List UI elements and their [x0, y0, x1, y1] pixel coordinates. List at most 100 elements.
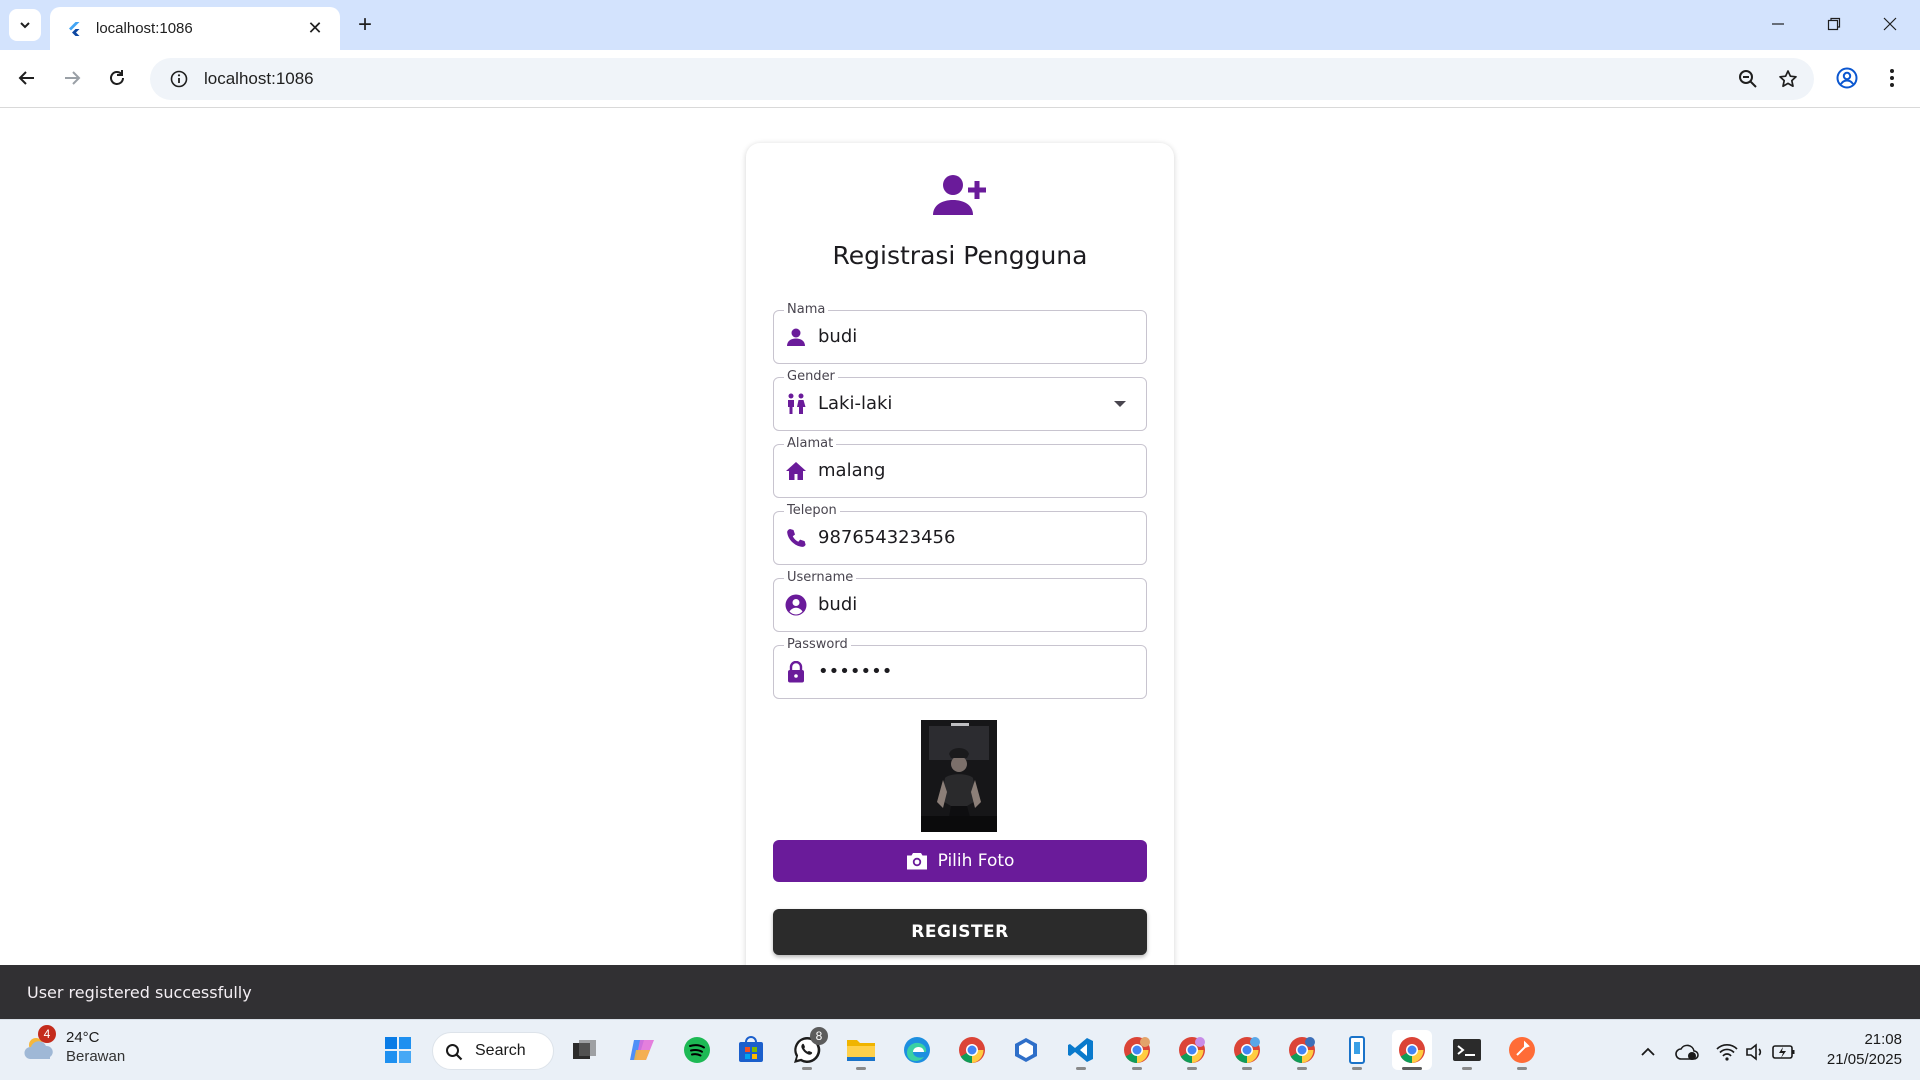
restore-button[interactable]	[1806, 4, 1862, 44]
onedrive-tray[interactable]	[1675, 1040, 1699, 1064]
dropdown-arrow-icon[interactable]	[1110, 394, 1130, 414]
running-indicator	[1297, 1067, 1307, 1070]
address-label: Alamat	[784, 436, 837, 451]
minimize-icon	[1772, 23, 1784, 25]
address-bar[interactable]: localhost:1086	[150, 58, 1814, 100]
address-value[interactable]: malang	[818, 460, 885, 481]
gender-dropdown[interactable]: Gender Laki-laki	[773, 369, 1147, 431]
store-icon	[739, 1036, 763, 1062]
phone-icon	[784, 526, 808, 550]
back-button[interactable]	[9, 60, 45, 96]
address-field[interactable]: Alamat malang	[773, 436, 1147, 498]
arrow-right-icon	[65, 71, 81, 85]
gender-label: Gender	[784, 369, 838, 384]
running-indicator	[1352, 1067, 1362, 1070]
cloud-icon	[1675, 1044, 1699, 1060]
username-field[interactable]: Username budi	[773, 570, 1147, 632]
gender-value[interactable]: Laki-laki	[818, 393, 892, 414]
running-indicator	[1187, 1067, 1197, 1070]
password-label: Password	[784, 637, 851, 652]
chrome-profile-app-4[interactable]	[1282, 1030, 1322, 1070]
weather-temperature: 24°C	[66, 1029, 100, 1046]
start-button[interactable]	[378, 1030, 418, 1070]
taskbar-search[interactable]: Search	[432, 1032, 554, 1070]
spotify-icon	[684, 1037, 710, 1063]
battery-charging-icon	[1772, 1045, 1795, 1059]
running-indicator	[802, 1067, 812, 1070]
name-value[interactable]: budi	[818, 326, 857, 347]
file-explorer-app[interactable]	[841, 1030, 881, 1070]
tab-title: localhost:1086	[96, 20, 193, 37]
tray-overflow-button[interactable]	[1636, 1040, 1660, 1064]
terminal-app[interactable]	[1447, 1030, 1487, 1070]
vscode-app[interactable]	[1061, 1030, 1101, 1070]
password-value[interactable]: •••••••	[818, 661, 892, 682]
chrome-profile-app-1[interactable]	[1117, 1030, 1157, 1070]
chrome-icon	[1234, 1037, 1260, 1064]
snackbar: User registered successfully	[0, 965, 1920, 1019]
bookmark-star-icon[interactable]	[1768, 59, 1808, 99]
wifi-icon	[1716, 1043, 1738, 1061]
running-indicator	[1242, 1067, 1252, 1070]
profile-button[interactable]	[1829, 60, 1865, 96]
menu-button[interactable]	[1874, 60, 1910, 96]
postman-app[interactable]	[1502, 1030, 1542, 1070]
edge-app[interactable]	[897, 1030, 937, 1070]
running-indicator	[1076, 1067, 1086, 1070]
browser-tab[interactable]: localhost:1086 ✕	[50, 7, 340, 50]
close-icon	[1883, 17, 1897, 31]
running-indicator	[856, 1067, 866, 1070]
tab-search-button[interactable]	[9, 9, 41, 41]
close-window-button[interactable]	[1862, 4, 1918, 44]
registration-card: Registrasi Pengguna Nama budi Gender Lak…	[746, 143, 1174, 965]
clock-date: 21/05/2025	[1826, 1051, 1902, 1068]
new-tab-button[interactable]: +	[350, 10, 380, 40]
store-app[interactable]	[731, 1030, 771, 1070]
system-clock[interactable]: 21:08 21/05/2025	[1827, 1030, 1902, 1070]
chrome-profile-app-3[interactable]	[1227, 1030, 1267, 1070]
vscode-icon	[1068, 1038, 1093, 1062]
notes-app[interactable]	[1337, 1030, 1377, 1070]
url-text[interactable]: localhost:1086	[204, 69, 1728, 89]
virtualbox-app[interactable]	[1006, 1030, 1046, 1070]
forward-button[interactable]	[54, 60, 90, 96]
weather-widget[interactable]: 4 24°C Berawan	[22, 1025, 125, 1066]
username-value[interactable]: budi	[818, 594, 857, 615]
chrome-app-active[interactable]	[1392, 1030, 1432, 1070]
name-field[interactable]: Nama budi	[773, 302, 1147, 364]
site-info-icon[interactable]	[158, 58, 200, 100]
weather-cloud-icon: 4	[22, 1025, 58, 1065]
chrome-icon	[1399, 1037, 1425, 1064]
whatsapp-app[interactable]: 8	[787, 1027, 828, 1070]
phone-device-icon	[1349, 1036, 1365, 1064]
phone-value[interactable]: 987654323456	[818, 527, 955, 548]
task-view-button[interactable]	[565, 1030, 605, 1070]
browser-tab-bar: localhost:1086 ✕ +	[0, 0, 1920, 50]
volume-tray[interactable]	[1743, 1040, 1767, 1064]
terminal-icon	[1453, 1039, 1481, 1061]
wc-icon	[784, 392, 808, 416]
zoom-icon[interactable]	[1728, 59, 1768, 99]
postman-icon	[1509, 1037, 1535, 1063]
minimize-button[interactable]	[1750, 4, 1806, 44]
chrome-profile-app-2[interactable]	[1172, 1030, 1212, 1070]
chrome-app[interactable]	[952, 1030, 992, 1070]
camera-icon	[906, 853, 927, 870]
running-indicator	[1132, 1067, 1142, 1070]
pick-photo-button[interactable]: Pilih Foto	[773, 840, 1147, 882]
reload-button[interactable]	[99, 60, 135, 96]
weather-badge: 4	[38, 1025, 56, 1043]
clock-time: 21:08	[1864, 1031, 1902, 1048]
whatsapp-badge: 8	[810, 1027, 828, 1045]
password-field[interactable]: Password •••••••	[773, 637, 1147, 699]
phone-field[interactable]: Telepon 987654323456	[773, 503, 1147, 565]
copilot-app[interactable]	[622, 1030, 662, 1070]
chevron-down-icon	[20, 22, 30, 29]
wifi-tray[interactable]	[1715, 1040, 1739, 1064]
cube-icon	[1015, 1038, 1037, 1062]
battery-tray[interactable]	[1772, 1040, 1796, 1064]
spotify-app[interactable]	[677, 1030, 717, 1070]
search-label: Search	[475, 1042, 526, 1059]
register-button[interactable]: REGISTER	[773, 909, 1147, 955]
close-tab-icon[interactable]: ✕	[304, 18, 326, 40]
